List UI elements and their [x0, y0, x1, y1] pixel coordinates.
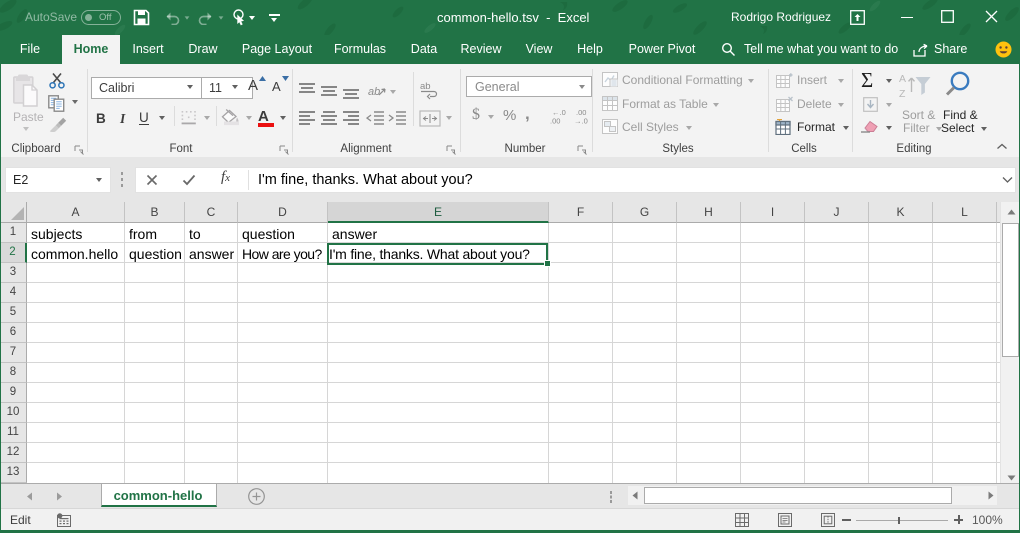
svg-text:A: A	[899, 73, 906, 85]
svg-text:→.0: →.0	[574, 117, 588, 126]
svg-text:ab: ab	[368, 86, 380, 98]
svg-text:Z: Z	[899, 88, 906, 99]
svg-text:ab: ab	[420, 81, 431, 92]
svg-text:.00: .00	[550, 117, 560, 126]
